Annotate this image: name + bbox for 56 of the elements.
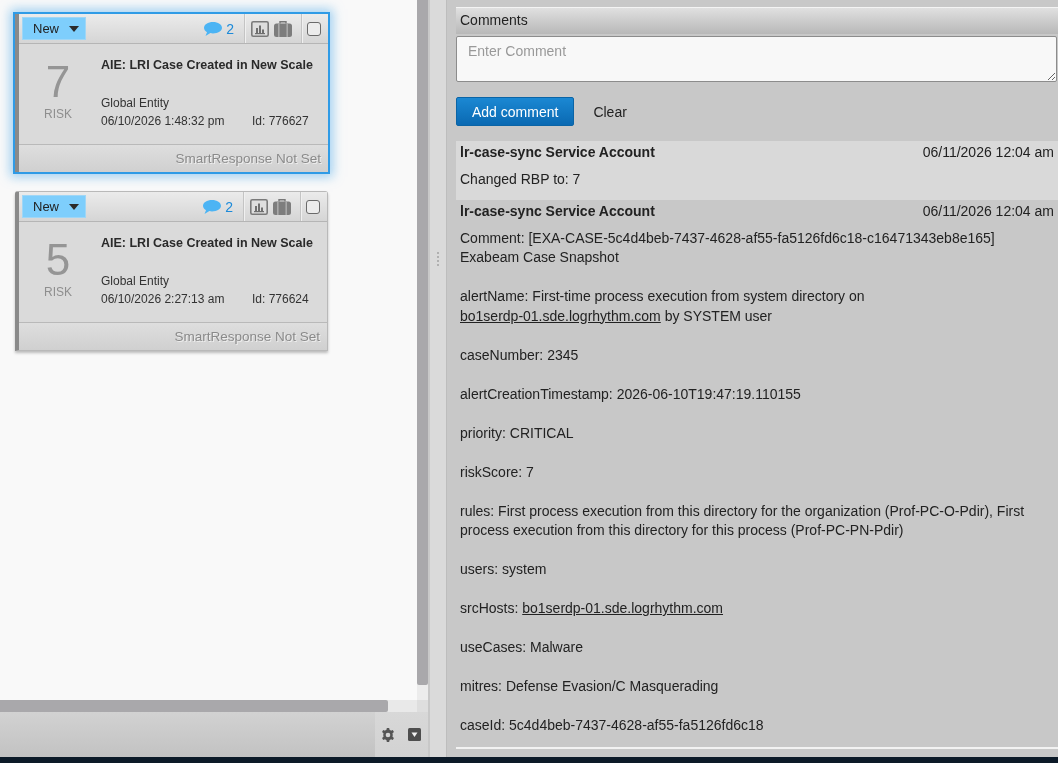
case-entity: Global Entity xyxy=(101,273,170,290)
case-title: AIE: LRI Case Created in New Scale xyxy=(101,57,313,74)
caret-icon xyxy=(69,203,79,210)
comment-date: 06/11/2026 12:04 am xyxy=(922,202,1054,221)
checkbox[interactable] xyxy=(307,21,321,36)
speech-bubble-icon[interactable] xyxy=(203,199,222,214)
speech-bubble-icon[interactable] xyxy=(204,21,223,36)
horizontal-scrollbar[interactable] xyxy=(0,700,388,712)
comment-date: 06/11/2026 12:04 am xyxy=(922,143,1054,162)
clear-button[interactable]: Clear xyxy=(593,103,627,120)
add-comment-button[interactable]: Add comment xyxy=(456,97,575,126)
caret-icon xyxy=(69,25,79,32)
case-date: 06/10/2026 1:48:32 pm xyxy=(101,113,226,130)
comment-text: alertCreationTimestamp: 2026-06-10T19:47:19.110155 xyxy=(460,384,802,404)
comments-header: Comments xyxy=(456,7,1058,34)
case-entity: Global Entity xyxy=(101,95,170,112)
status-dropdown[interactable]: New xyxy=(22,17,86,40)
case-card[interactable]: New 2 7 RISK AIE: LRI Case Created in New Scale Global Entity 06/10/2026 1:48:32 pm Id: 776627 SmartResponse Not Set xyxy=(13,12,330,174)
case-id: Id: 776627 xyxy=(252,113,309,130)
comment-author: lr-case-sync Service Account xyxy=(460,143,655,162)
comment-text: useCases: Malware xyxy=(460,638,584,657)
case-card[interactable]: New 2 5 RISK AIE: LRI Case Created in New Scale Global Entity 06/10/2026 2:27:13 am Id: 776624 SmartResponse Not Set xyxy=(13,189,330,353)
case-title: AIE: LRI Case Created in New Scale xyxy=(101,235,313,252)
checkbox[interactable] xyxy=(306,199,320,214)
case-id: Id: 776624 xyxy=(252,291,309,308)
risk-score: 5 xyxy=(45,238,71,282)
comment-text: mitres: Defense Evasion/C Masquerading xyxy=(460,677,720,696)
suitcase-icon[interactable] xyxy=(274,20,292,37)
comment-text: rules: First process execution from this directory for the organization (Prof-PC-O-Pdir), First process execution from this directory for this process (Prof-PC-PN-Pdir) xyxy=(460,501,1026,540)
comment-author: lr-case-sync Service Account xyxy=(460,202,655,221)
risk-label: RISK xyxy=(44,285,72,299)
comment-text: caseId: 5c4d4beb-7437-4628-af55-fa5126fd6c18 xyxy=(460,716,765,735)
chart-icon[interactable] xyxy=(251,20,269,37)
comment-text: caseNumber: 2345 xyxy=(460,345,580,365)
comment-text: users: system xyxy=(460,560,548,579)
caret-down-icon[interactable] xyxy=(408,728,421,741)
settings-icon[interactable] xyxy=(381,727,395,742)
comment-text: riskScore: 7 xyxy=(460,462,535,482)
vertical-scrollbar[interactable] xyxy=(417,0,428,685)
grip-icon[interactable] xyxy=(436,252,440,266)
risk-score: 7 xyxy=(45,60,71,104)
suitcase-icon[interactable] xyxy=(273,198,291,215)
chart-icon[interactable] xyxy=(250,198,268,215)
comment-text: alertName: First-time process execution from system directory on bo1serdp-01.sde.logrhythm.com by SYSTEM user xyxy=(460,287,866,326)
comment-text: Comment: [EXA-CASE-5c4d4beb-7437-4628-af55-fa5126fd6c18-c16471343eb8e165] Exabeam Case Snapshot xyxy=(460,228,996,267)
comment-text: Changed RBP to: 7 xyxy=(460,169,582,189)
host-link[interactable]: bo1serdp-01.sde.logrhythm.com xyxy=(460,307,661,324)
risk-label: RISK xyxy=(44,107,72,121)
host-link[interactable]: bo1serdp-01.sde.logrhythm.com xyxy=(522,600,723,616)
smart-response-status: SmartResponse Not Set xyxy=(175,151,321,166)
smart-response-status: SmartResponse Not Set xyxy=(174,329,320,344)
status-dropdown[interactable]: New xyxy=(22,195,86,218)
comment-text: srcHosts: bo1serdp-01.sde.logrhythm.com xyxy=(460,599,724,618)
comment-input[interactable]: Enter Comment xyxy=(456,36,1057,82)
comment-text: priority: CRITICAL xyxy=(460,423,575,443)
case-date: 06/10/2026 2:27:13 am xyxy=(101,291,226,308)
